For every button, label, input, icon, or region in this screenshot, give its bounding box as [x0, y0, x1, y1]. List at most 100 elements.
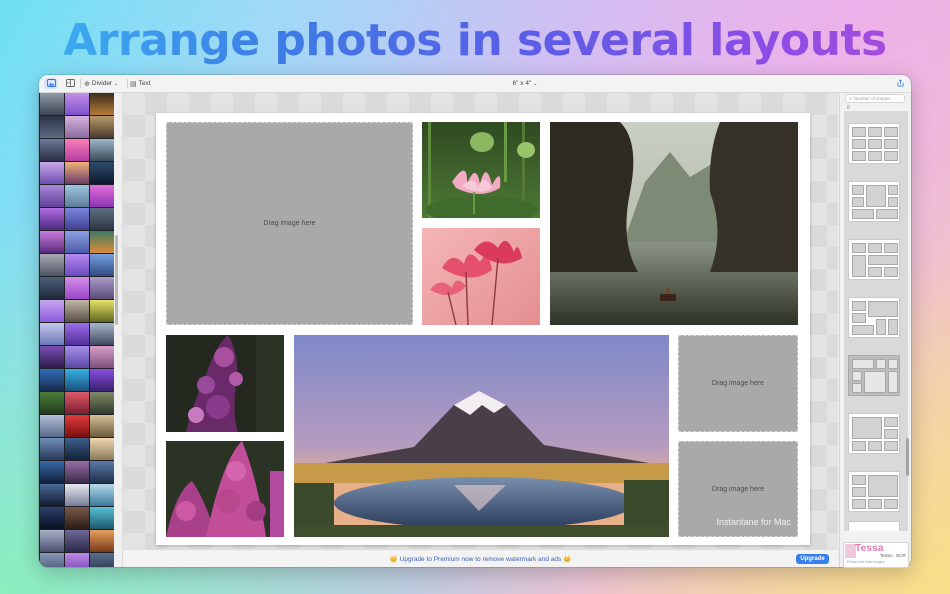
photo-thumbnail[interactable]	[65, 185, 89, 207]
photo-thumbnail[interactable]	[65, 392, 89, 414]
photo-thumbnail[interactable]	[40, 185, 64, 207]
layout-option[interactable]	[848, 297, 900, 338]
photo-slot-pink-flowers[interactable]	[422, 228, 540, 325]
photo-thumbnail[interactable]	[90, 277, 114, 299]
photo-thumbnail[interactable]	[65, 139, 89, 161]
photo-thumbnail[interactable]	[90, 369, 114, 391]
divider-dropdown[interactable]: ⊕ Divider ⌄	[84, 78, 124, 89]
photo-thumbnail[interactable]	[40, 116, 64, 138]
canvas-area: Drag image here Drag image here Drag ima…	[123, 93, 838, 549]
photo-thumbnail[interactable]	[65, 369, 89, 391]
layout-option[interactable]	[848, 123, 900, 164]
layout-scrollbar[interactable]	[906, 438, 909, 476]
photo-thumbnail[interactable]	[40, 93, 64, 115]
status-bar: 👑 Upgrade to Premium now to remove water…	[123, 549, 838, 567]
photo-thumbnail[interactable]	[65, 116, 89, 138]
photo-thumbnail[interactable]	[90, 392, 114, 414]
photo-thumbnail[interactable]	[90, 300, 114, 322]
photo-thumbnail[interactable]	[90, 323, 114, 345]
photo-thumbnail[interactable]	[90, 93, 114, 115]
size-label: 6" x 4"	[512, 80, 532, 87]
photo-thumbnail[interactable]	[90, 507, 114, 529]
photo-thumbnail[interactable]	[65, 461, 89, 483]
tessa-ocr-badge[interactable]: Tessa Tessa - OCR Extract text from imag…	[843, 542, 909, 568]
upgrade-message[interactable]: 👑 Upgrade to Premium now to remove water…	[123, 555, 838, 563]
photo-thumbnail[interactable]	[90, 461, 114, 483]
photo-thumbnail[interactable]	[90, 185, 114, 207]
size-dropdown[interactable]: 6" x 4" ⌄	[505, 78, 545, 89]
photo-thumbnail[interactable]	[40, 277, 64, 299]
photo-thumbnail[interactable]	[65, 277, 89, 299]
layout-option-selected[interactable]	[848, 355, 900, 396]
empty-slot[interactable]: Drag image here Instantane for Mac	[678, 441, 798, 537]
empty-slot[interactable]: Drag image here	[166, 122, 413, 325]
photo-thumbnail[interactable]	[40, 530, 64, 552]
photo-thumbnail[interactable]	[40, 369, 64, 391]
photo-thumbnail[interactable]	[65, 484, 89, 506]
photo-thumbnail[interactable]	[40, 323, 64, 345]
photo-thumbnail[interactable]	[90, 530, 114, 552]
layout-option[interactable]	[848, 181, 900, 222]
photo-thumbnail[interactable]	[40, 507, 64, 529]
photo-thumbnail[interactable]	[65, 346, 89, 368]
photo-thumbnail[interactable]	[65, 254, 89, 276]
divider-label: Divider	[91, 80, 113, 87]
photo-thumbnail[interactable]	[90, 415, 114, 437]
photo-thumbnail[interactable]	[40, 438, 64, 460]
photo-thumbnail[interactable]	[90, 346, 114, 368]
photo-thumbnail[interactable]	[90, 162, 114, 184]
photo-thumbnail[interactable]	[40, 162, 64, 184]
photo-thumbnail[interactable]	[90, 484, 114, 506]
layout-tab-button[interactable]	[63, 78, 77, 89]
photo-thumbnail[interactable]	[40, 231, 64, 253]
share-button[interactable]	[895, 78, 905, 89]
layout-search-input[interactable]: ⌕ Number of images	[845, 94, 905, 103]
layout-option[interactable]	[848, 413, 900, 454]
photo-thumbnail[interactable]	[90, 553, 114, 567]
photo-thumbnail[interactable]	[90, 254, 114, 276]
photo-thumbnail[interactable]	[40, 346, 64, 368]
photo-thumbnail[interactable]	[90, 116, 114, 138]
layout-option[interactable]	[848, 521, 900, 531]
photo-thumbnail[interactable]	[65, 530, 89, 552]
layout-option[interactable]	[848, 471, 900, 512]
photo-slot-mountain[interactable]	[294, 335, 669, 537]
photo-thumbnail[interactable]	[40, 254, 64, 276]
thumbnail-scrollbar[interactable]	[115, 235, 118, 325]
photo-slot-lilac-top[interactable]	[166, 335, 284, 432]
photo-thumbnail[interactable]	[40, 553, 64, 567]
chevron-down-icon: ⌄	[114, 80, 119, 87]
photo-thumbnail[interactable]	[40, 484, 64, 506]
photo-thumbnail[interactable]	[65, 231, 89, 253]
photo-thumbnail[interactable]	[65, 208, 89, 230]
photo-thumbnail[interactable]	[65, 507, 89, 529]
layout-option[interactable]	[848, 239, 900, 280]
photo-slot-lotus[interactable]	[422, 122, 540, 218]
photo-thumbnail[interactable]	[40, 461, 64, 483]
toolbar: ⊕ Divider ⌄ ▤ Text 6" x 4" ⌄	[39, 75, 911, 93]
photo-slot-cliffs[interactable]	[550, 122, 798, 325]
photo-thumbnail[interactable]	[90, 231, 114, 253]
photo-thumbnail[interactable]	[65, 553, 89, 567]
photo-thumbnail[interactable]	[90, 208, 114, 230]
photo-slot-lilac-bottom[interactable]	[166, 441, 284, 537]
photo-thumbnail[interactable]	[40, 208, 64, 230]
photo-thumbnail[interactable]	[65, 323, 89, 345]
photos-tab-button[interactable]	[44, 78, 58, 89]
empty-slot[interactable]: Drag image here	[678, 335, 798, 432]
photo-thumbnail[interactable]	[65, 438, 89, 460]
photo-thumbnail[interactable]	[40, 300, 64, 322]
sidebar-divider[interactable]	[114, 93, 123, 567]
photo-thumbnail[interactable]	[40, 139, 64, 161]
photo-thumbnail[interactable]	[90, 438, 114, 460]
text-button[interactable]: ▤ Text	[130, 78, 160, 89]
photo-thumbnail[interactable]	[40, 392, 64, 414]
upgrade-button[interactable]: Upgrade	[796, 554, 829, 564]
photo-thumbnail[interactable]	[65, 415, 89, 437]
text-icon: ▤	[130, 80, 137, 88]
photo-thumbnail[interactable]	[65, 162, 89, 184]
photo-thumbnail[interactable]	[65, 93, 89, 115]
photo-thumbnail[interactable]	[40, 415, 64, 437]
photo-thumbnail[interactable]	[90, 139, 114, 161]
photo-thumbnail[interactable]	[65, 300, 89, 322]
